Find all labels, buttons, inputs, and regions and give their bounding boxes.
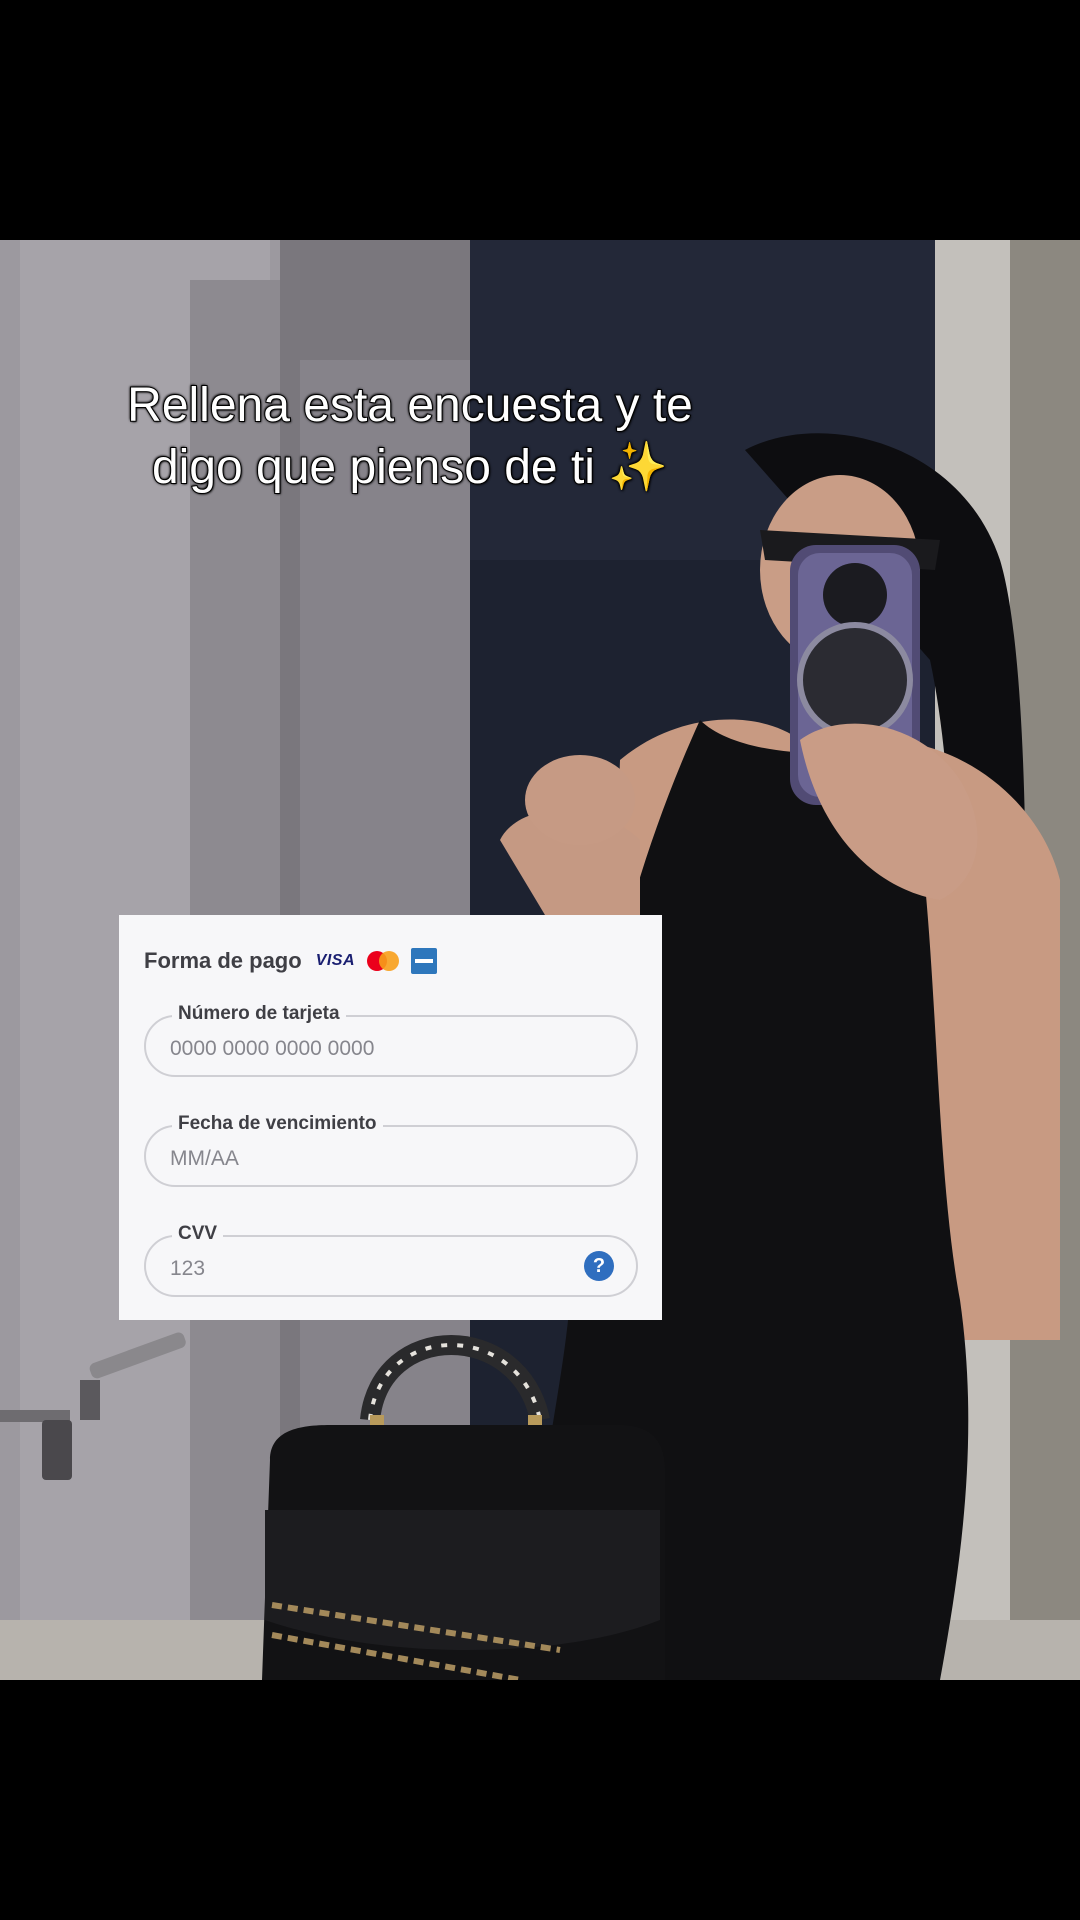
- payment-title: Forma de pago: [144, 948, 302, 973]
- cvv-field: CVV ?: [144, 1211, 638, 1321]
- visa-logo: VISA: [315, 952, 356, 969]
- caption-overlay: Rellena esta encuesta y te digo que pien…: [60, 375, 760, 499]
- mastercard-logo: [367, 951, 400, 971]
- card-number-label: Número de tarjeta: [172, 1003, 346, 1025]
- expiry-date-label: Fecha de vencimiento: [172, 1113, 383, 1135]
- payment-header: Forma de pago VISA: [144, 931, 638, 991]
- card-number-input[interactable]: [170, 1037, 550, 1061]
- cvv-label: CVV: [172, 1223, 224, 1245]
- caption-line-2: digo que pienso de ti ✨: [60, 437, 760, 499]
- cvv-input[interactable]: [170, 1257, 550, 1281]
- caption-line-2-text: digo que pienso de ti: [151, 440, 596, 495]
- card-number-field: Número de tarjeta: [144, 991, 638, 1101]
- question-circle-icon[interactable]: ?: [584, 1251, 614, 1281]
- payment-form-card: Forma de pago VISA Número de tarjeta Fec…: [119, 915, 662, 1320]
- expiry-date-field: Fecha de vencimiento: [144, 1101, 638, 1211]
- expiry-date-input[interactable]: [170, 1147, 550, 1171]
- sparkles-emoji: ✨: [608, 441, 669, 494]
- caption-line-1: Rellena esta encuesta y te: [126, 378, 694, 433]
- letterbox-top: [0, 0, 1080, 240]
- letterbox-bottom: [0, 1680, 1080, 1920]
- amex-logo: [411, 948, 438, 974]
